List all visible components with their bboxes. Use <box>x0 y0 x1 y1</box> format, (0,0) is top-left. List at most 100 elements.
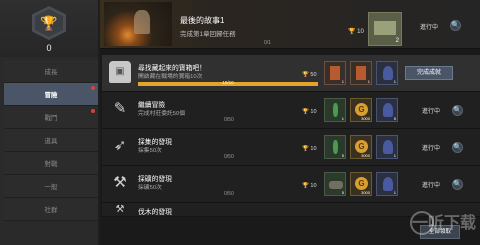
scroll-icon: ✎ <box>113 100 127 117</box>
nav-item-items[interactable]: 道具 <box>4 129 98 152</box>
reward-qty: 5 <box>393 116 396 121</box>
achievement-points: 🏆 10 <box>302 183 317 189</box>
achievement-description: 採礦50次 <box>138 185 162 191</box>
reward-slot[interactable]: 3000 <box>350 135 372 159</box>
reward-qty: 1 <box>393 79 396 84</box>
achievement-emblem: 🏆 0 <box>0 0 98 57</box>
nav-item-pvp[interactable]: 對戰 <box>4 152 98 175</box>
reward-slot[interactable]: 1 <box>376 135 398 159</box>
nav-item-label: 戰鬥 <box>44 115 58 122</box>
status-label: 進行中 <box>422 146 441 152</box>
axe-icon: ⚒ <box>115 204 125 215</box>
emblem-count: 0 <box>46 43 52 53</box>
achievement-row[interactable]: ✎ 繼續冒險 完成村莊委託50個 0/50 🏆 10 1 3000 5 進行中 … <box>102 92 480 129</box>
points-value: 50 <box>310 72 317 78</box>
reward-qty: 2 <box>395 38 399 44</box>
emblem-hexagon: 🏆 <box>32 6 66 40</box>
points-value: 10 <box>357 29 364 35</box>
reward-qty: 5 <box>341 190 344 195</box>
nav-item-label: 道具 <box>44 138 58 145</box>
trophy-icon: 🏆 <box>348 29 356 35</box>
reward-slot[interactable]: 1 <box>350 61 372 85</box>
achievement-row[interactable]: ⚒ 採礦的發現 採礦50次 0/50 🏆 10 5 3000 1 進行中 🔍 <box>102 166 480 203</box>
trophy-icon: 🏆 <box>302 72 309 78</box>
search-icon[interactable]: 🔍 <box>452 105 463 116</box>
reward-qty: 1 <box>341 116 344 121</box>
nav-item-social[interactable]: 社群 <box>4 198 98 221</box>
achievement-points: 🏆 50 <box>302 72 317 78</box>
reward-slot[interactable]: 1 <box>376 61 398 85</box>
progress-text: 0/50 <box>224 154 234 160</box>
reward-slot[interactable]: 1 <box>324 98 346 122</box>
points-value: 10 <box>310 183 317 189</box>
reward-slot[interactable]: 5 <box>324 172 346 196</box>
search-icon[interactable]: 🔍 <box>452 142 463 153</box>
nav-item-label: 冒險 <box>44 92 58 99</box>
sidebar: 🏆 0 成長 冒險 戰鬥 道具 對戰 一般 社群 <box>0 0 98 245</box>
search-icon[interactable]: 🔍 <box>452 179 463 190</box>
nav-item-adventure[interactable]: 冒險 <box>4 83 98 106</box>
achievement-row[interactable]: ▣ 尋找藏起來的寶箱吧！ 開啟藏在戰場的寶箱10次 10/10 🏆 50 1 1… <box>102 55 480 92</box>
reward-slot[interactable]: 1 <box>324 61 346 85</box>
featured-search-icon[interactable]: 🔍 <box>450 20 461 31</box>
reward-qty: 3000 <box>361 153 370 158</box>
achievement-description: 完成村莊委託50個 <box>138 111 186 117</box>
treasure-chest-icon: ▣ <box>109 61 131 83</box>
category-nav: 成長 冒險 戰鬥 道具 對戰 一般 社群 <box>4 60 98 221</box>
featured-achievement[interactable]: 最後的故事1 完成第1章回歸任務 0/1 🏆 10 2 進行中 🔍 <box>100 0 480 49</box>
reward-qty: 3000 <box>361 116 370 121</box>
trophy-icon: 🏆 <box>35 9 63 37</box>
achievement-description: 開啟藏在戰場的寶箱10次 <box>138 74 203 80</box>
status-label: 進行中 <box>422 109 441 115</box>
status-label: 進行中 <box>422 183 441 189</box>
featured-points: 🏆 10 <box>348 28 364 35</box>
reward-slot[interactable]: 3000 <box>350 172 372 196</box>
achievement-description: 採集50次 <box>138 148 162 154</box>
watermark-logo: 一听下载 <box>410 205 478 243</box>
reward-slot[interactable]: 3000 <box>350 98 372 122</box>
trophy-icon: 🏆 <box>302 183 309 189</box>
achievement-points: 🏆 10 <box>302 146 317 152</box>
reward-slot[interactable]: 1 <box>376 172 398 196</box>
reward-slot[interactable]: 5 <box>324 135 346 159</box>
progress-text: 10/10 <box>222 80 234 85</box>
achievement-row[interactable]: ➶ 採集的發現 採集50次 0/50 🏆 10 5 3000 1 進行中 🔍 <box>102 129 480 166</box>
status-label: 進行中 <box>420 25 439 31</box>
trophy-icon: 🏆 <box>302 109 309 115</box>
featured-description: 完成第1章回歸任務 <box>180 31 236 38</box>
featured-title: 最後的故事1 <box>180 16 225 25</box>
ticket-icon <box>374 21 396 35</box>
notification-dot <box>91 86 95 90</box>
nav-item-label: 對戰 <box>44 161 58 168</box>
reward-qty: 3000 <box>361 190 370 195</box>
reward-qty: 1 <box>393 190 396 195</box>
nav-item-battle[interactable]: 戰鬥 <box>4 106 98 129</box>
reward-qty: 1 <box>367 79 370 84</box>
achievement-points: 🏆 10 <box>302 109 317 115</box>
points-value: 10 <box>310 146 317 152</box>
reward-qty: 1 <box>341 79 344 84</box>
achievement-list: ▣ 尋找藏起來的寶箱吧！ 開啟藏在戰場的寶箱10次 10/10 🏆 50 1 1… <box>102 55 480 217</box>
notification-dot <box>91 109 95 113</box>
nav-item-growth[interactable]: 成長 <box>4 60 98 83</box>
pickaxe-icon: ⚒ <box>113 174 127 191</box>
featured-status: 進行中 <box>420 22 438 31</box>
nav-item-general[interactable]: 一般 <box>4 175 98 198</box>
watermark-ring-icon <box>410 211 434 235</box>
reward-qty: 5 <box>341 153 344 158</box>
nav-item-label: 一般 <box>44 184 58 191</box>
reward-slot[interactable]: 5 <box>376 98 398 122</box>
achievement-name: 伐木的發現 <box>138 209 172 216</box>
progress-text: 0/50 <box>224 117 234 123</box>
nav-item-label: 社群 <box>44 207 58 214</box>
reward-qty: 1 <box>393 153 396 158</box>
feather-icon: ➶ <box>113 137 127 154</box>
featured-artwork <box>104 2 172 46</box>
progress-text: 0/50 <box>224 191 234 197</box>
trophy-icon: 🏆 <box>302 146 309 152</box>
featured-progress: 0/1 <box>264 40 271 46</box>
featured-reward-slot[interactable]: 2 <box>368 12 402 46</box>
claim-achievement-button[interactable]: 完成成就 <box>405 66 453 80</box>
nav-item-label: 成長 <box>44 69 58 76</box>
points-value: 10 <box>310 109 317 115</box>
